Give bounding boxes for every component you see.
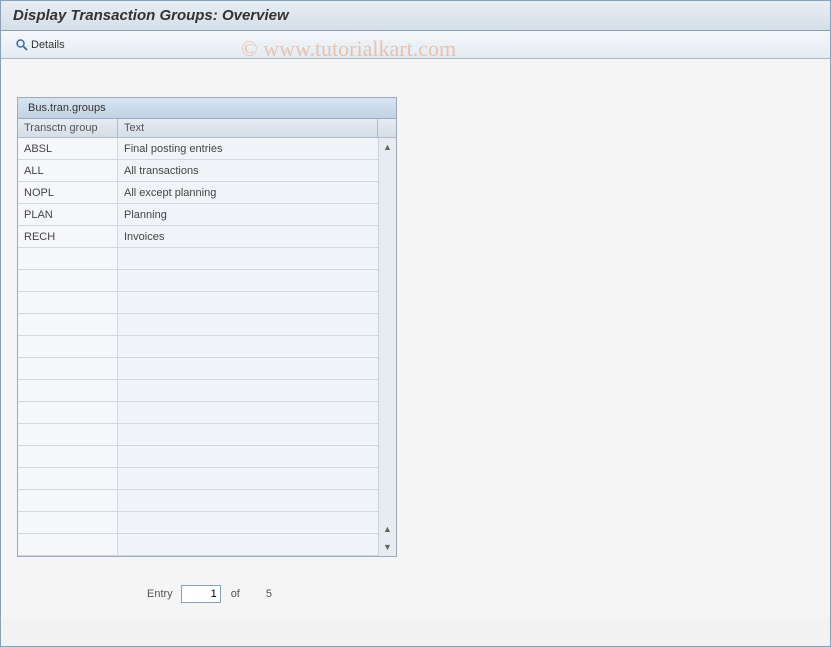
scroll-up-icon[interactable]: ▲ [380, 139, 396, 155]
cell-group [18, 358, 118, 379]
scroll-down-icon[interactable]: ▼ [380, 539, 396, 555]
table-row[interactable] [18, 468, 378, 490]
cell-group [18, 292, 118, 313]
entry-of-label: of [231, 588, 240, 600]
table-title: Bus.tran.groups [18, 98, 396, 119]
cell-group [18, 270, 118, 291]
cell-text [118, 248, 378, 269]
cell-text [118, 534, 378, 555]
cell-group [18, 512, 118, 533]
cell-group: ALL [18, 160, 118, 181]
toolbar: Details [1, 31, 830, 59]
table-header-row: Transctn group Text [18, 119, 396, 138]
table-row[interactable] [18, 380, 378, 402]
table-row[interactable] [18, 270, 378, 292]
table-row[interactable] [18, 336, 378, 358]
cell-text [118, 490, 378, 511]
cell-group [18, 402, 118, 423]
table-container: Bus.tran.groups Transctn group Text ABSL… [17, 97, 397, 557]
table-row[interactable] [18, 292, 378, 314]
cell-text [118, 336, 378, 357]
cell-text: All except planning [118, 182, 378, 203]
cell-group [18, 468, 118, 489]
cell-text [118, 292, 378, 313]
table-row[interactable] [18, 446, 378, 468]
vertical-scrollbar[interactable]: ▲ ▲ ▼ [378, 138, 396, 556]
cell-text [118, 380, 378, 401]
table-row[interactable] [18, 490, 378, 512]
cell-group [18, 336, 118, 357]
table-row[interactable] [18, 314, 378, 336]
cell-text [118, 424, 378, 445]
table-row[interactable]: ALLAll transactions [18, 160, 378, 182]
cell-text: Final posting entries [118, 138, 378, 159]
cell-group: RECH [18, 226, 118, 247]
entry-input[interactable] [181, 585, 221, 603]
table-row[interactable] [18, 424, 378, 446]
cell-text [118, 314, 378, 335]
table-row[interactable] [18, 248, 378, 270]
cell-text: All transactions [118, 160, 378, 181]
cell-group [18, 490, 118, 511]
table-row[interactable] [18, 358, 378, 380]
cell-text [118, 468, 378, 489]
details-button[interactable]: Details [11, 36, 69, 54]
column-header-text[interactable]: Text [118, 119, 378, 137]
cell-text [118, 446, 378, 467]
table-row[interactable]: RECHInvoices [18, 226, 378, 248]
content-area: Bus.tran.groups Transctn group Text ABSL… [1, 59, 830, 619]
cell-text: Invoices [118, 226, 378, 247]
cell-group: NOPL [18, 182, 118, 203]
table-row[interactable]: NOPLAll except planning [18, 182, 378, 204]
column-header-group[interactable]: Transctn group [18, 119, 118, 137]
details-button-label: Details [31, 39, 65, 51]
cell-group [18, 534, 118, 555]
table-row[interactable] [18, 512, 378, 534]
entry-label: Entry [147, 588, 173, 600]
magnifier-icon [15, 38, 29, 52]
table-row[interactable] [18, 402, 378, 424]
table-body: ABSLFinal posting entries ALLAll transac… [18, 138, 396, 556]
rows-wrapper: ABSLFinal posting entries ALLAll transac… [18, 138, 378, 556]
cell-group: PLAN [18, 204, 118, 225]
entry-total: 5 [266, 588, 272, 600]
table-row[interactable] [18, 534, 378, 556]
cell-group: ABSL [18, 138, 118, 159]
cell-text [118, 512, 378, 533]
cell-group [18, 314, 118, 335]
cell-text [118, 358, 378, 379]
cell-group [18, 424, 118, 445]
cell-text [118, 402, 378, 423]
cell-group [18, 380, 118, 401]
scroll-down-icon[interactable]: ▲ [380, 521, 396, 537]
cell-group [18, 248, 118, 269]
entry-footer: Entry of 5 [17, 585, 814, 603]
table-row[interactable]: ABSLFinal posting entries [18, 138, 378, 160]
cell-group [18, 446, 118, 467]
page-title: Display Transaction Groups: Overview [1, 1, 830, 31]
table-row[interactable]: PLANPlanning [18, 204, 378, 226]
cell-text [118, 270, 378, 291]
cell-text: Planning [118, 204, 378, 225]
scroll-header-spacer [378, 119, 396, 137]
